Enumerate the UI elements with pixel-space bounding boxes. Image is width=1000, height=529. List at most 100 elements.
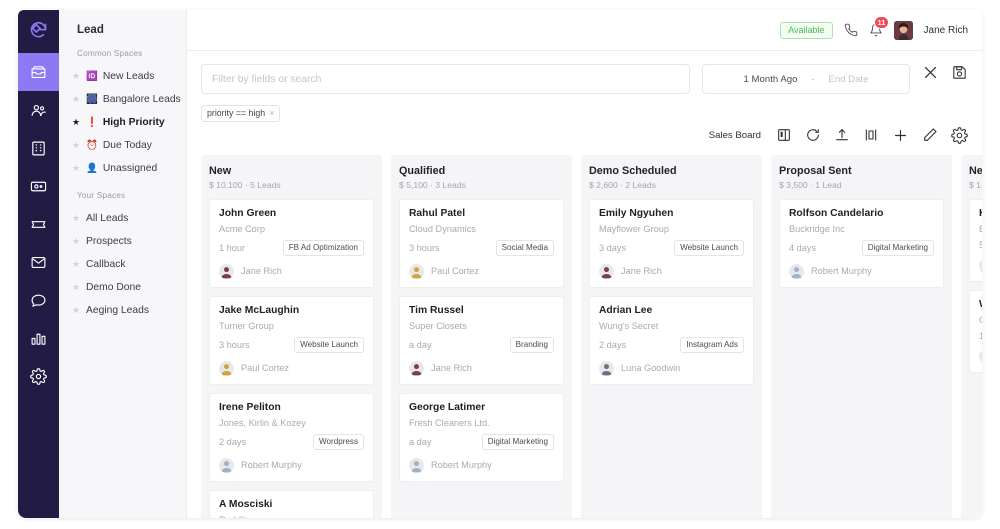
lead-card[interactable]: Jake McLaughinTurner Group3 hoursWebsite… <box>209 296 374 385</box>
rail-item-settings[interactable] <box>18 357 59 395</box>
refresh-icon[interactable] <box>805 127 821 143</box>
lead-company: Fresh Cleaners Ltd. <box>409 418 554 428</box>
lead-card[interactable]: Rolfson CandelarioBuckridge Inc4 daysDig… <box>779 199 944 288</box>
column-title: Demo Scheduled <box>589 165 754 177</box>
lead-card[interactable]: Kat SchuppBrick And Mortar5 daysLuna Goo… <box>969 199 982 282</box>
lead-meta-row: 3 hoursWebsite Launch <box>219 337 364 353</box>
kanban-board-icon[interactable] <box>776 127 792 143</box>
space-emoji-icon: 🆔 <box>86 72 98 82</box>
lead-company: Cloud Dynamics <box>409 224 554 234</box>
rail-item-tickets[interactable] <box>18 205 59 243</box>
lead-tag[interactable]: Social Media <box>496 240 554 256</box>
star-outline-icon[interactable]: ★ <box>71 164 81 173</box>
date-range-picker[interactable]: 1 Month Ago - End Date <box>702 64 910 94</box>
lead-name: Tim Russel <box>409 305 554 316</box>
lead-age: 4 days <box>789 243 816 253</box>
avatar[interactable] <box>894 21 913 40</box>
sidebar-item-label: High Priority <box>103 117 165 128</box>
lead-card[interactable]: John GreenAcme Corp1 hourFB Ad Optimizat… <box>209 199 374 288</box>
save-disk-icon[interactable] <box>951 64 968 81</box>
star-outline-icon[interactable]: ★ <box>71 214 81 223</box>
sidebar-item-demo-done[interactable]: ★Demo Done <box>59 276 186 299</box>
rail-item-leads[interactable] <box>18 53 59 91</box>
lead-name: Kat Schupp <box>979 208 982 219</box>
lead-tag[interactable]: Digital Marketing <box>862 240 934 256</box>
kanban-column[interactable]: Qualified$ 5,100 · 3 LeadsRahul PatelClo… <box>391 155 572 518</box>
star-outline-icon[interactable]: ★ <box>71 237 81 246</box>
board-name[interactable]: Sales Board <box>709 130 761 141</box>
kanban-column[interactable]: Proposal Sent$ 3,500 · 1 LeadRolfson Can… <box>771 155 952 518</box>
sidebar-item-bangalore-leads[interactable]: ★🎆Bangalore Leads <box>59 88 186 111</box>
add-plus-icon[interactable] <box>892 127 909 144</box>
lead-card[interactable]: Emily NgyuhenMayflower Group3 daysWebsit… <box>589 199 754 288</box>
spaces-sidebar: Lead Common Spaces★🆔New Leads★🎆Bangalore… <box>59 10 187 518</box>
lead-card[interactable]: George LatimerFresh Cleaners Ltd.a dayDi… <box>399 393 564 482</box>
columns-view-icon[interactable] <box>863 127 879 143</box>
lead-age: 2 days <box>599 340 626 350</box>
primary-icon-rail <box>18 10 59 518</box>
column-title: Qualified <box>399 165 564 177</box>
lead-card[interactable]: A MosciskiRed Stone1 hourSocial MediaLun… <box>209 490 374 518</box>
lead-tag[interactable]: Branding <box>510 337 554 353</box>
sidebar-item-prospects[interactable]: ★Prospects <box>59 230 186 253</box>
star-outline-icon[interactable]: ★ <box>71 306 81 315</box>
owner-name: Robert Murphy <box>431 460 492 470</box>
date-from-value[interactable]: 1 Month Ago <box>744 74 798 85</box>
sidebar-item-callback[interactable]: ★Callback <box>59 253 186 276</box>
lead-tag[interactable]: Digital Marketing <box>482 434 554 450</box>
lead-card[interactable]: Adrian LeeWung's Secret2 daysInstagram A… <box>589 296 754 385</box>
column-summary: $ 10,100 · 5 Leads <box>209 180 374 190</box>
kanban-board[interactable]: New$ 10,100 · 5 LeadsJohn GreenAcme Corp… <box>187 149 982 518</box>
search-input[interactable]: Filter by fields or search <box>201 64 690 94</box>
sidebar-item-all-leads[interactable]: ★All Leads <box>59 207 186 230</box>
star-outline-icon[interactable]: ★ <box>71 283 81 292</box>
star-outline-icon[interactable]: ★ <box>71 72 81 81</box>
lead-tag[interactable]: Website Launch <box>674 240 744 256</box>
lead-company: Super Closets <box>409 321 554 331</box>
filter-chip-remove-icon[interactable]: × <box>269 108 274 118</box>
sidebar-item-aeging-leads[interactable]: ★Aeging Leads <box>59 299 186 322</box>
sidebar-item-due-today[interactable]: ★⏰Due Today <box>59 134 186 157</box>
board-settings-gear-icon[interactable] <box>951 127 968 144</box>
lead-owner: Paul Cortez <box>979 349 982 364</box>
notification-count-badge: 11 <box>874 16 890 29</box>
phone-icon[interactable] <box>844 23 858 37</box>
star-outline-icon[interactable]: ★ <box>71 95 81 104</box>
lead-tag[interactable]: FB Ad Optimization <box>283 240 364 256</box>
owner-avatar <box>219 458 234 473</box>
rail-item-deals[interactable] <box>18 167 59 205</box>
kanban-column[interactable]: Negotiating$ 1,800 · 2 LeadsKat SchuppBr… <box>961 155 982 518</box>
date-to-input[interactable]: End Date <box>828 74 868 85</box>
kanban-column[interactable]: Demo Scheduled$ 2,600 · 2 LeadsEmily Ngy… <box>581 155 762 518</box>
lead-name: George Latimer <box>409 402 554 413</box>
star-outline-icon[interactable]: ★ <box>71 141 81 150</box>
owner-avatar <box>219 361 234 376</box>
lead-card[interactable]: Rahul PatelCloud Dynamics3 hoursSocial M… <box>399 199 564 288</box>
lead-card[interactable]: Irene PelitonJones, Kirlin & Kozey2 days… <box>209 393 374 482</box>
edit-pencil-icon[interactable] <box>922 127 938 143</box>
lead-tag[interactable]: Wordpress <box>313 434 364 450</box>
lead-card[interactable]: Webster BreanaOutback Corp1 weekPaul Cor… <box>969 290 982 373</box>
filter-chip[interactable]: priority == high× <box>201 105 280 122</box>
rail-item-reports[interactable] <box>18 319 59 357</box>
sidebar-item-new-leads[interactable]: ★🆔New Leads <box>59 65 186 88</box>
upload-export-icon[interactable] <box>834 127 850 143</box>
app-logo-icon[interactable] <box>18 10 59 50</box>
rail-item-mail[interactable] <box>18 243 59 281</box>
star-outline-icon[interactable]: ★ <box>71 260 81 269</box>
star-filled-icon[interactable]: ★ <box>71 118 81 127</box>
lead-tag[interactable]: Instagram Ads <box>680 337 744 353</box>
rail-item-companies[interactable] <box>18 129 59 167</box>
active-filter-chips: priority == high× <box>201 104 968 122</box>
rail-item-contacts[interactable] <box>18 91 59 129</box>
owner-avatar <box>599 361 614 376</box>
notifications-bell-icon[interactable]: 11 <box>869 23 883 37</box>
sidebar-item-high-priority[interactable]: ★❗High Priority <box>59 111 186 134</box>
rail-item-chat[interactable] <box>18 281 59 319</box>
status-badge[interactable]: Available <box>780 22 832 39</box>
lead-tag[interactable]: Website Launch <box>294 337 364 353</box>
close-x-icon[interactable] <box>922 64 939 81</box>
sidebar-item-unassigned[interactable]: ★👤Unassigned <box>59 157 186 180</box>
lead-card[interactable]: Tim RusselSuper Closetsa dayBrandingJane… <box>399 296 564 385</box>
kanban-column[interactable]: New$ 10,100 · 5 LeadsJohn GreenAcme Corp… <box>201 155 382 518</box>
